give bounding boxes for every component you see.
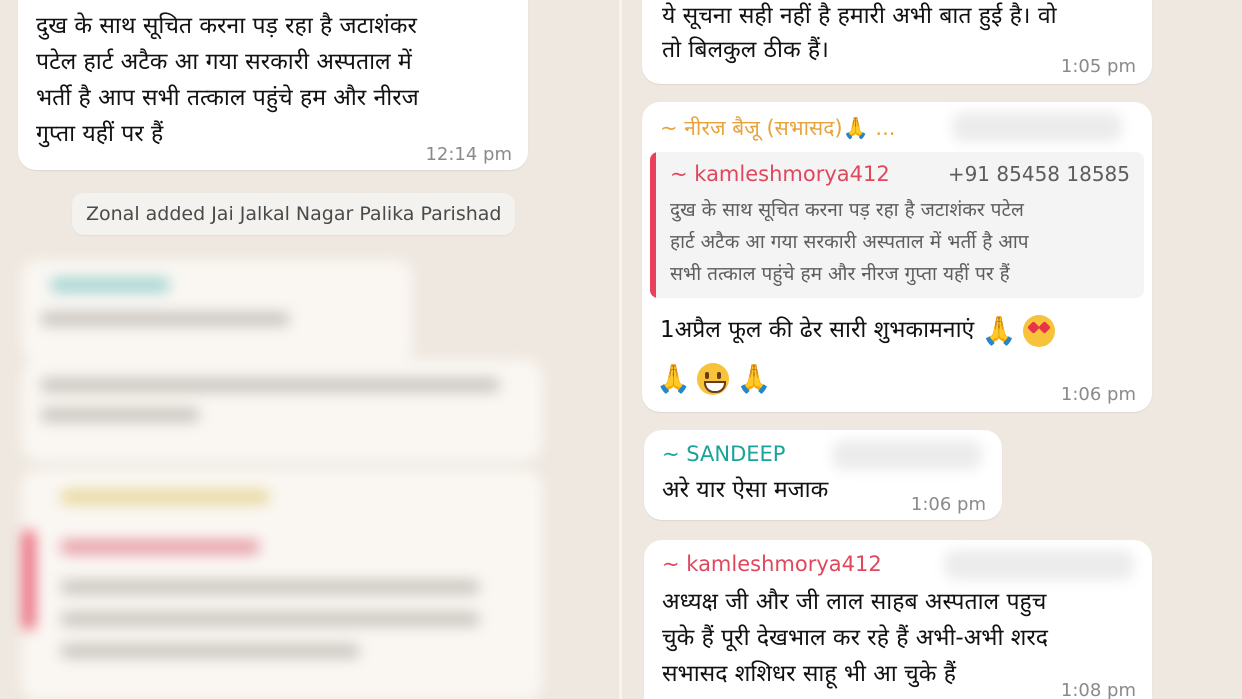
message-time: 1:06 pm: [910, 494, 986, 515]
quote-sender: ~ kamleshmorya412: [670, 162, 890, 186]
heart-eyes-icon: [1022, 314, 1055, 347]
quote-line: दुख के साथ सूचित करना पड़ रहा है जटाशंकर…: [670, 199, 1024, 221]
message-text: 1अप्रैल फूल की ढेर सारी शुभकामनाएं: [660, 317, 975, 343]
message-line: 🙏 🙏: [656, 360, 772, 396]
quote-phone: +91 85458 18585: [947, 162, 1130, 186]
redacted-phone: [944, 550, 1134, 580]
message-line: 1अप्रैल फूल की ढेर सारी शुभकामनाएं 🙏: [660, 312, 1055, 348]
message-bubble[interactable]: ~ kamleshmorya412 अध्यक्ष जी और जी लाल स…: [644, 540, 1152, 699]
folded-hands-icon: 🙏: [656, 361, 691, 395]
quote-line: हार्ट अटैक आ गया सरकारी अस्पताल में भर्त…: [670, 231, 1029, 253]
quote-accent-bar: [650, 152, 656, 298]
left-chat-panel: दुख के साथ सूचित करना पड़ रहा है जटाशंकर…: [0, 0, 620, 699]
folded-hands-icon: 🙏: [981, 313, 1017, 347]
blurred-messages: [0, 240, 620, 699]
folded-hands-icon: 🙏: [736, 361, 772, 395]
sender-name[interactable]: ~ kamleshmorya412: [662, 552, 882, 576]
right-chat-panel: ये सूचना सही नहीं है हमारी अभी बात हुई ह…: [622, 0, 1242, 699]
message-bubble[interactable]: ~ SANDEEP अरे यार ऐसा मजाक 1:06 pm: [644, 430, 1002, 520]
message-line: भर्ती है आप सभी तत्काल पहुंचे हम और नीरज: [36, 85, 419, 111]
sender-name[interactable]: ~ नीरज बैजू (सभासद)🙏 ...: [660, 114, 895, 142]
message-time: 1:05 pm: [1060, 56, 1136, 77]
message-line: सभासद शशिधर साहू भी आ चुके हैं: [662, 661, 956, 687]
quote-line: सभी तत्काल पहुंचे हम और नीरज गुप्ता यहीं…: [670, 263, 1010, 285]
message-bubble[interactable]: ~ नीरज बैजू (सभासद)🙏 ... ~ kamleshmorya4…: [642, 102, 1152, 412]
message-line: ये सूचना सही नहीं है हमारी अभी बात हुई ह…: [662, 3, 1057, 29]
message-line: तो बिलकुल ठीक हैं।: [662, 37, 829, 63]
message-text: अरे यार ऐसा मजाक: [662, 477, 829, 503]
message-line: अध्यक्ष जी और जी लाल साहब अस्पताल पहुच: [662, 589, 1047, 615]
sender-name[interactable]: ~ SANDEEP: [662, 442, 785, 466]
message-line: पटेल हार्ट अटैक आ गया सरकारी अस्पताल में: [36, 49, 412, 75]
redacted-phone: [952, 112, 1122, 142]
quoted-message[interactable]: ~ kamleshmorya412 +91 85458 18585 दुख के…: [650, 152, 1144, 298]
redacted-phone: [832, 440, 982, 470]
message-time: 1:08 pm: [1060, 680, 1136, 699]
message-line: गुप्ता यहीं पर हैं: [36, 121, 164, 147]
system-notice: Zonal added Jai Jalkal Nagar Palika Pari…: [72, 193, 516, 235]
message-time: 1:06 pm: [1060, 384, 1136, 405]
message-bubble[interactable]: दुख के साथ सूचित करना पड़ रहा है जटाशंकर…: [18, 0, 528, 170]
message-line: चुके हैं पूरी देखभाल कर रहे हैं अभी-अभी …: [662, 625, 1049, 651]
message-time: 12:14 pm: [425, 144, 512, 165]
message-line: दुख के साथ सूचित करना पड़ रहा है जटाशंकर: [36, 13, 417, 39]
grinning-face-icon: [697, 362, 730, 395]
message-bubble[interactable]: ये सूचना सही नहीं है हमारी अभी बात हुई ह…: [642, 0, 1152, 84]
